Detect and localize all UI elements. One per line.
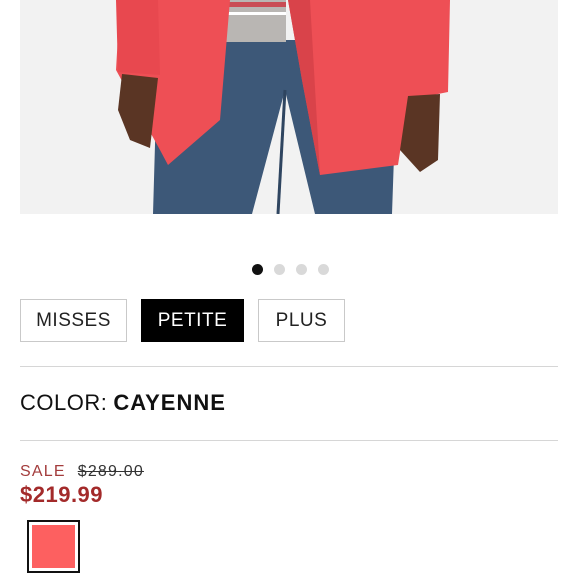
size-selector: MISSES PETITE PLUS [20, 299, 345, 342]
price-row: SALE $289.00 [20, 463, 144, 481]
color-label: COLOR: [20, 390, 108, 415]
carousel-dot[interactable] [251, 264, 263, 275]
color-swatch-fill [32, 525, 75, 568]
size-option-misses[interactable]: MISSES [20, 299, 127, 342]
divider [20, 440, 558, 441]
sale-label: SALE [20, 463, 66, 480]
original-price: $289.00 [77, 463, 144, 480]
carousel-dot[interactable] [295, 264, 307, 275]
carousel-dot[interactable] [273, 264, 285, 275]
carousel-dot[interactable] [317, 264, 329, 275]
color-swatch-cayenne[interactable] [27, 520, 80, 573]
color-value: CAYENNE [113, 390, 226, 415]
sale-price: $219.99 [20, 482, 104, 507]
divider [20, 366, 558, 367]
size-option-petite[interactable]: PETITE [141, 299, 244, 342]
carousel-indicators [0, 264, 580, 275]
size-option-plus[interactable]: PLUS [258, 299, 345, 342]
product-photo[interactable] [20, 0, 558, 214]
model-photo-illustration [20, 0, 558, 214]
color-selection: COLOR: CAYENNE [20, 390, 226, 416]
